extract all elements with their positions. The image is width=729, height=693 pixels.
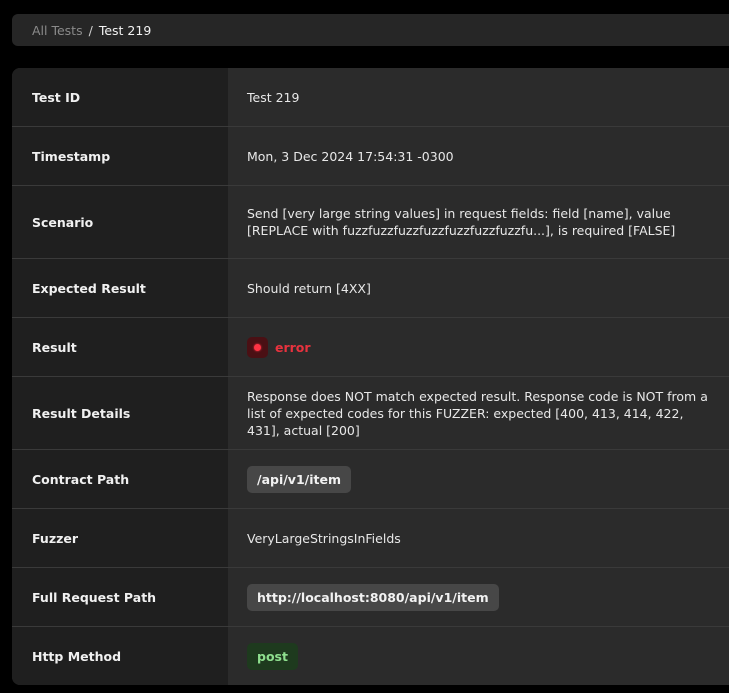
row-result-details: Result Details Response does NOT match e… <box>12 377 729 450</box>
full-request-path-cell: http://localhost:8080/api/v1/item <box>228 568 729 626</box>
fuzzer-value: VeryLargeStringsInFields <box>247 530 401 546</box>
row-full-request-path: Full Request Path http://localhost:8080/… <box>12 568 729 627</box>
timestamp-label: Timestamp <box>12 127 228 185</box>
result-details-value: Response does NOT match expected result.… <box>247 388 708 438</box>
result-value-cell: error <box>228 318 729 376</box>
breadcrumb-separator: / <box>88 22 93 38</box>
scenario-label: Scenario <box>12 186 228 258</box>
fuzzer-label: Fuzzer <box>12 509 228 567</box>
test-id-label: Test ID <box>12 68 228 126</box>
expected-result-value: Should return [4XX] <box>247 280 371 296</box>
result-status: error <box>247 336 311 358</box>
row-scenario: Scenario Send [very large string values]… <box>12 186 729 259</box>
row-expected-result: Expected Result Should return [4XX] <box>12 259 729 318</box>
http-method-label: Http Method <box>12 627 228 685</box>
test-details-table: Test ID Test 219 Timestamp Mon, 3 Dec 20… <box>12 68 729 685</box>
breadcrumb-all-tests-link[interactable]: All Tests <box>32 23 83 38</box>
row-timestamp: Timestamp Mon, 3 Dec 2024 17:54:31 -0300 <box>12 127 729 186</box>
result-details-label: Result Details <box>12 377 228 449</box>
timestamp-value: Mon, 3 Dec 2024 17:54:31 -0300 <box>247 148 454 164</box>
full-request-path-label: Full Request Path <box>12 568 228 626</box>
contract-path-label: Contract Path <box>12 450 228 508</box>
row-result: Result error <box>12 318 729 377</box>
result-label: Result <box>12 318 228 376</box>
scenario-value: Send [very large string values] in reque… <box>247 206 676 238</box>
expected-result-label: Expected Result <box>12 259 228 317</box>
breadcrumb-current: Test 219 <box>98 22 152 38</box>
http-method-badge: post <box>247 642 298 670</box>
row-fuzzer: Fuzzer VeryLargeStringsInFields <box>12 509 729 568</box>
contract-path-pill: /api/v1/item <box>247 465 351 493</box>
http-method-cell: post <box>228 627 729 685</box>
row-test-id: Test ID Test 219 <box>12 68 729 127</box>
result-status-text: error <box>275 339 311 355</box>
row-http-method: Http Method post <box>12 627 729 685</box>
breadcrumb: All Tests / Test 219 <box>12 14 729 46</box>
test-id-value: Test 219 <box>247 89 300 105</box>
row-contract-path: Contract Path /api/v1/item <box>12 450 729 509</box>
error-dot-icon <box>247 336 268 358</box>
full-request-path-pill: http://localhost:8080/api/v1/item <box>247 583 499 611</box>
contract-path-cell: /api/v1/item <box>228 450 729 508</box>
